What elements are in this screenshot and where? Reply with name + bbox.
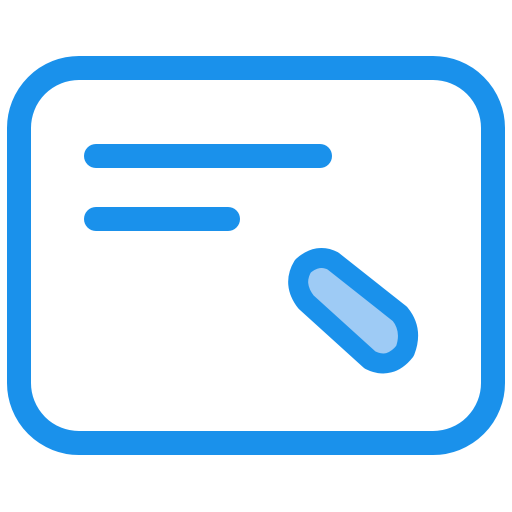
card-frame: [7, 56, 505, 455]
icon-canvas: [0, 0, 512, 512]
pen-nib-icon: [288, 247, 419, 374]
card-with-pen-icon: [7, 56, 505, 455]
